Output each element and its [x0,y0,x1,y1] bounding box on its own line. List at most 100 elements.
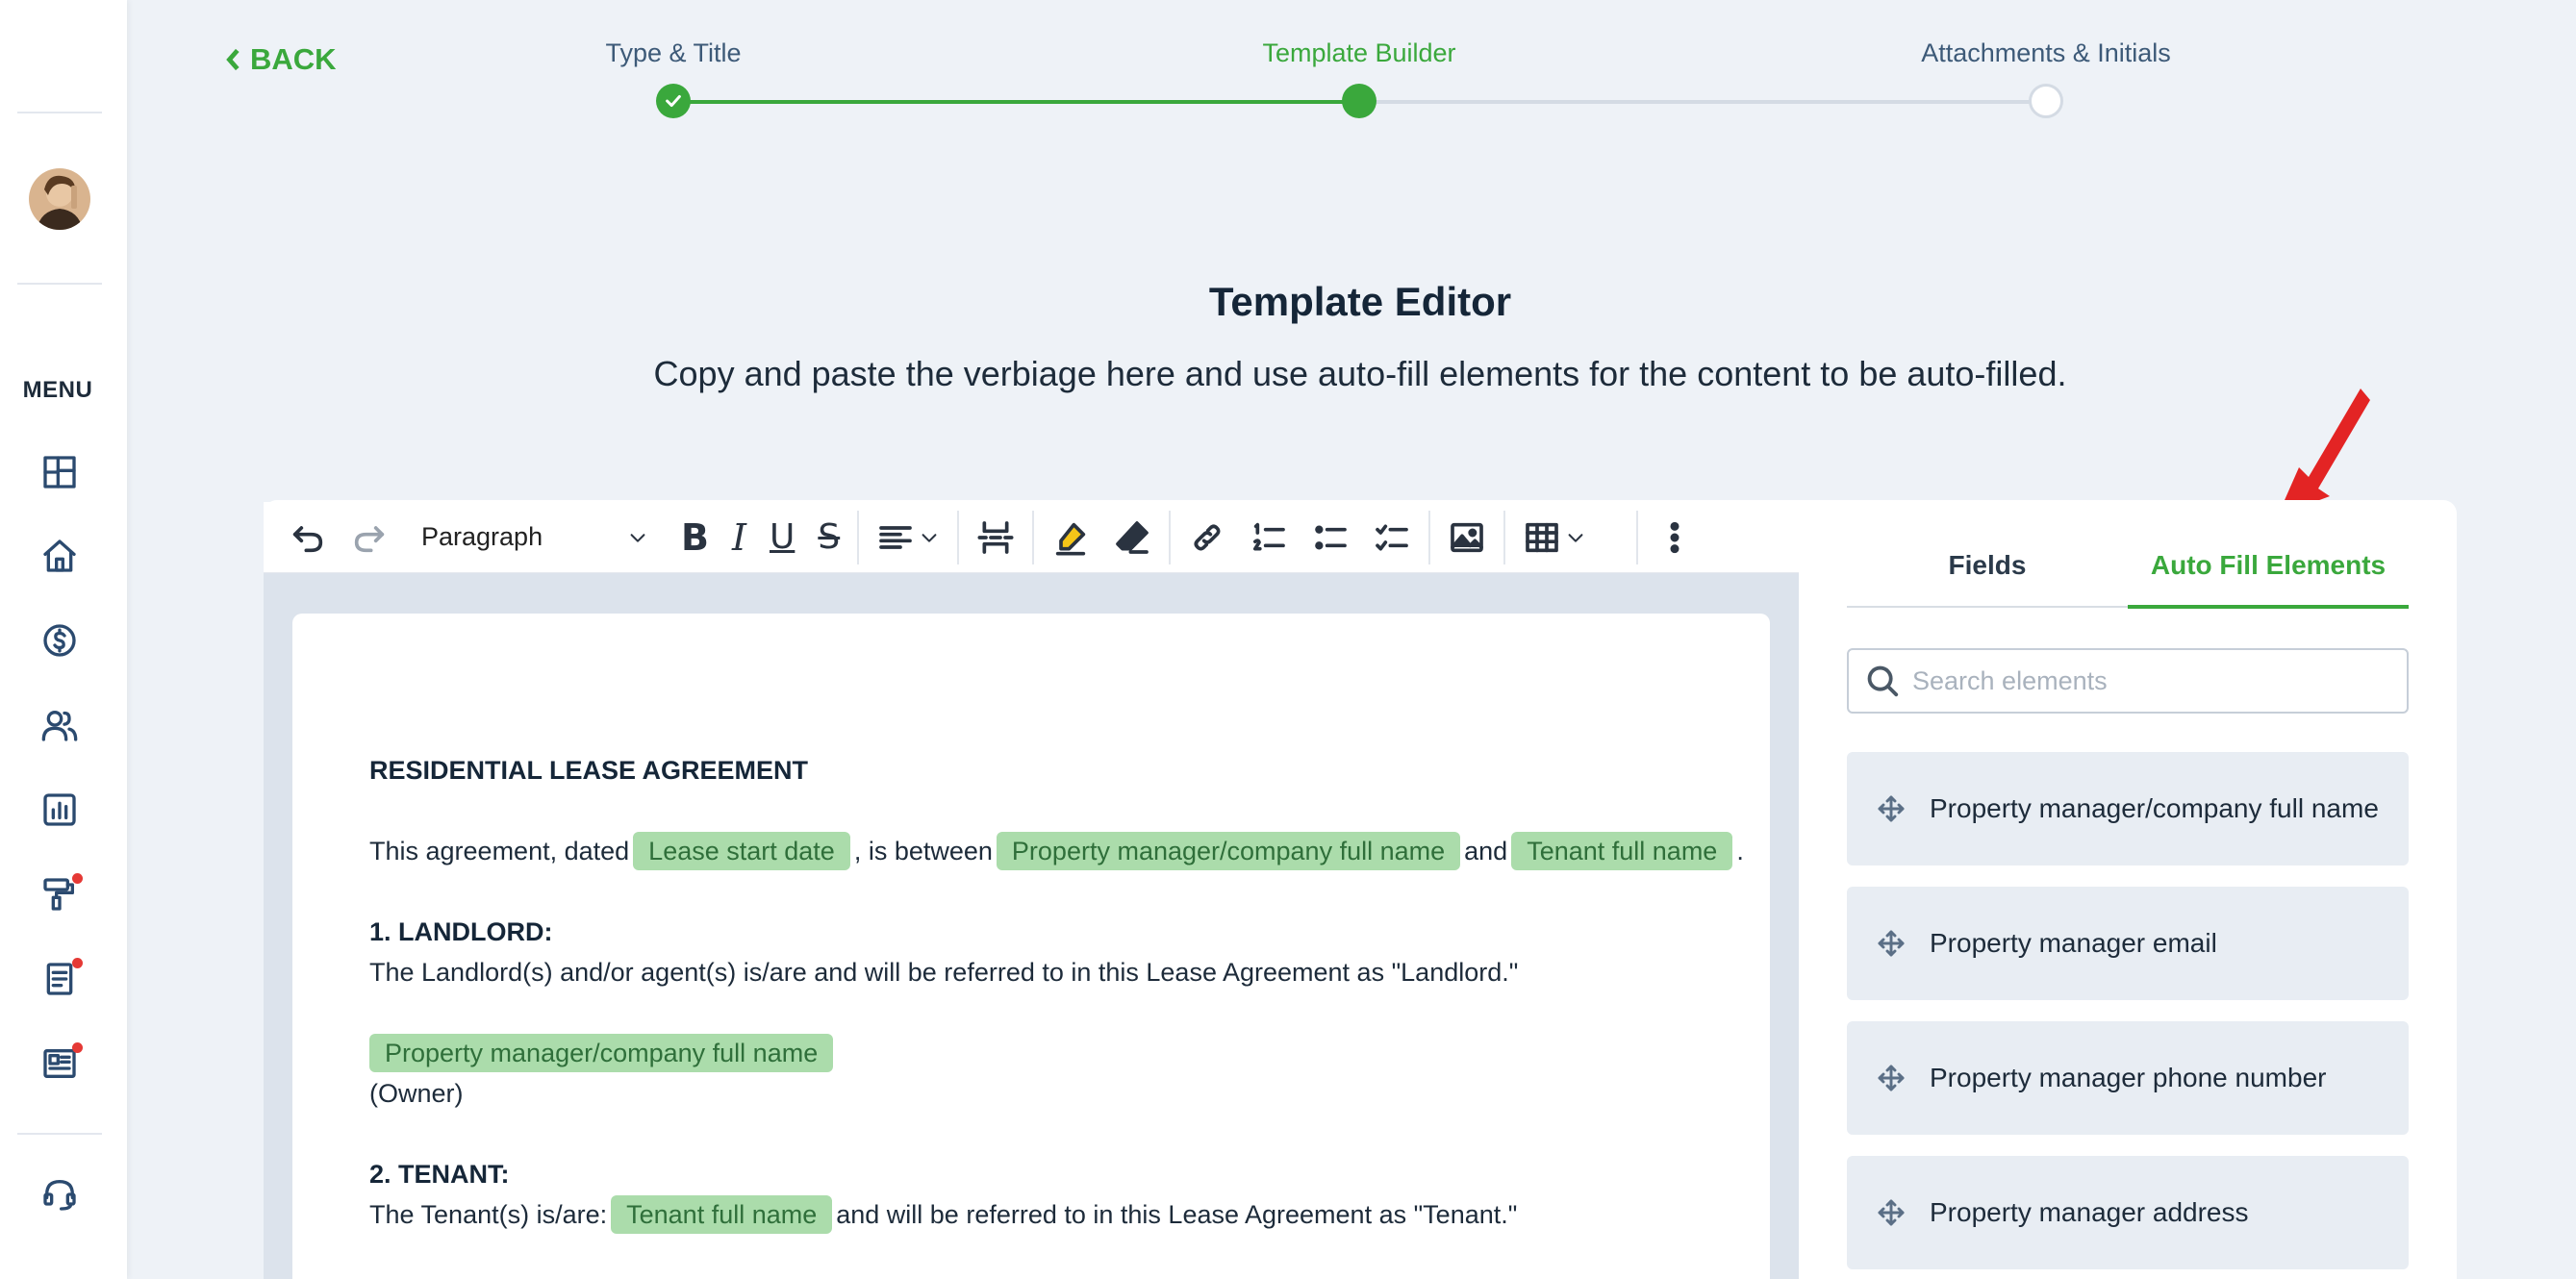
insert-image-button[interactable] [1436,502,1498,573]
numbered-list-icon [1253,522,1286,550]
document-content[interactable]: RESIDENTIAL LEASE AGREEMENT This agreeme… [369,750,1774,1275]
undo-icon [292,525,323,552]
numbered-list-button[interactable] [1238,502,1300,573]
autofill-chip-lease-start-date[interactable]: Lease start date [633,832,850,870]
step-complete-dot[interactable] [656,84,691,118]
italic-icon: I [731,515,746,559]
sidebar-divider [17,112,102,113]
element-item[interactable]: Property manager address [1847,1156,2409,1269]
more-options-button[interactable] [1644,502,1705,573]
notification-dot [72,873,83,884]
notification-dot [72,1042,83,1053]
text-segment: and [1464,837,1508,865]
check-icon [666,94,681,108]
todo-list-button[interactable] [1361,502,1423,573]
bulleted-list-icon [1315,524,1348,550]
toolbar-separator [1169,510,1172,564]
underline-button[interactable]: U [758,502,806,573]
users-icon[interactable] [37,702,83,748]
editor-toolbar: Paragraph B I U S [264,502,1799,573]
eraser-icon [1116,520,1149,554]
autofill-chip-tenant-full-name[interactable]: Tenant full name [1511,832,1733,870]
tab-fields[interactable]: Fields [1847,550,2128,581]
sidebar: MENU [0,0,127,1279]
support-icon[interactable] [37,1171,83,1217]
move-icon [1878,1065,1905,1091]
redo-icon [354,525,385,552]
page-break-icon [977,520,1014,554]
chevron-down-icon [922,533,937,542]
owner-label: (Owner) [369,1079,464,1108]
undo-button[interactable] [277,502,339,573]
step-active-dot[interactable] [1342,84,1376,118]
align-button[interactable] [865,502,951,573]
dollar-icon[interactable] [37,617,83,664]
link-icon [1194,524,1221,550]
text-segment: . [1736,837,1744,865]
page-break-button[interactable] [965,502,1026,573]
step-pending-dot[interactable] [2029,84,2063,118]
menu-label: MENU [22,377,93,403]
search-input[interactable] [1912,665,2393,696]
back-label: BACK [250,42,337,76]
highlight-button[interactable] [1040,502,1101,573]
underline-icon: U [769,517,796,557]
remove-format-button[interactable] [1101,502,1163,573]
italic-button[interactable]: I [720,502,758,573]
sidebar-divider [17,283,102,285]
strikethrough-button[interactable]: S [806,502,851,573]
element-item[interactable]: Property manager/company full name [1847,752,2409,865]
back-button[interactable]: BACK [223,42,337,77]
link-button[interactable] [1176,502,1238,573]
tab-auto-fill-elements[interactable]: Auto Fill Elements [2128,550,2409,581]
maintenance-icon[interactable] [37,871,83,917]
agreement-paragraph: This agreement, dated Lease start date, i… [369,831,1774,871]
redo-button[interactable] [339,502,400,573]
block-style-value: Paragraph [421,522,543,551]
checklist-icon [1376,524,1409,550]
bold-button[interactable]: B [669,502,720,573]
tenant-heading: 2. TENANT: [369,1160,510,1189]
news-icon[interactable] [37,1041,83,1087]
notification-dot [72,958,83,968]
text-segment: This agreement, dated [369,837,630,865]
stepper-line-complete [673,100,1358,104]
bulleted-list-button[interactable] [1300,502,1361,573]
reports-icon[interactable] [37,787,83,833]
stepper-line-pending [1358,100,2045,104]
autofill-chip-property-manager[interactable]: Property manager/company full name [996,832,1461,870]
tenant-section: 2. TENANT: The Tenant(s) is/are: Tenant f… [369,1154,1774,1235]
image-icon [1451,522,1484,552]
toolbar-separator [1032,510,1035,564]
more-vertical-icon [1670,521,1679,553]
avatar[interactable] [29,168,90,230]
active-tab-indicator [2128,605,2409,609]
element-item[interactable]: Property manager email [1847,887,2409,1000]
landlord-text: The Landlord(s) and/or agent(s) is/are a… [369,958,1519,987]
autofill-chip-property-manager[interactable]: Property manager/company full name [369,1034,834,1072]
search-icon [1867,665,1899,697]
element-label: Property manager phone number [1930,1063,2327,1092]
sidebar-divider [17,1133,102,1135]
block-style-select[interactable]: Paragraph [400,502,669,573]
step-label-type-title: Type & Title [605,38,742,67]
search-box[interactable] [1847,648,2409,714]
align-left-icon [879,525,913,549]
text-segment: and will be referred to in this Lease Ag… [836,1200,1518,1229]
chevron-down-icon [630,533,645,542]
strikethrough-icon: S [818,517,841,557]
page-title: Template Editor [1208,279,1512,324]
document-icon[interactable] [37,956,83,1002]
table-icon [1526,522,1559,552]
element-item[interactable]: Property manager phone number [1847,1021,2409,1135]
insert-table-button[interactable] [1511,502,1598,573]
landlord-section: 1. LANDLORD: The Landlord(s) and/or agen… [369,912,1774,992]
toolbar-separator [1428,510,1431,564]
autofill-chip-tenant-full-name[interactable]: Tenant full name [611,1195,833,1234]
text-segment: , is between [853,837,993,865]
dashboard-icon[interactable] [37,449,83,495]
owner-section: Property manager/company full name (Owne… [369,1033,1774,1114]
chevron-down-icon [1568,533,1583,542]
move-icon [1878,1199,1905,1226]
home-icon[interactable] [37,533,83,579]
